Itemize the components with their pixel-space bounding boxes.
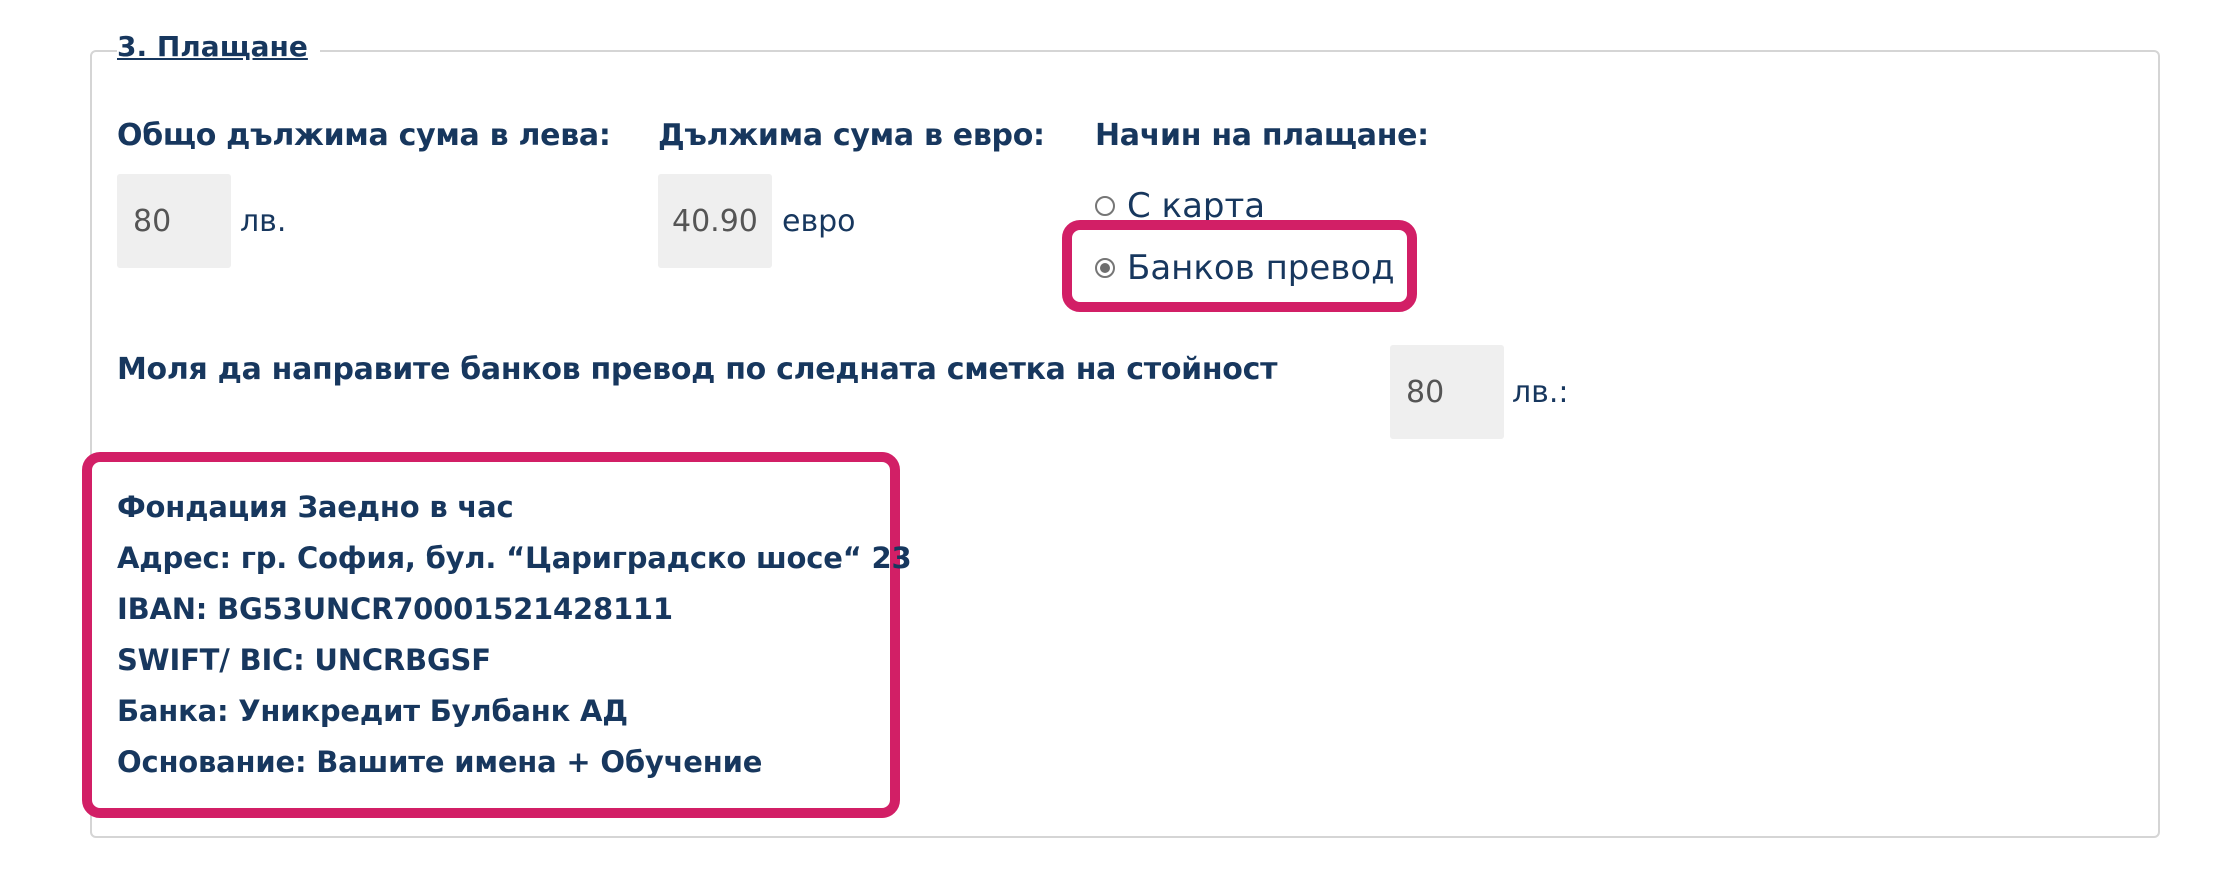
transfer-amount-field[interactable]: 80 bbox=[1390, 345, 1504, 439]
total-eur-label: Дължима сума в евро: bbox=[658, 118, 1045, 153]
total-eur-unit: евро bbox=[782, 204, 856, 239]
payment-method-label: Начин на плащане: bbox=[1095, 118, 1429, 153]
bank-foundation: Фондация Заедно в час bbox=[117, 490, 514, 524]
transfer-amount-unit: лв.: bbox=[1512, 375, 1569, 410]
bank-reason: Основание: Вашите имена + Обучение bbox=[117, 745, 763, 779]
bank-address: Адрес: гр. София, бул. “Цариградско шосе… bbox=[117, 541, 912, 575]
total-bgn-field[interactable]: 80 bbox=[117, 174, 231, 268]
transfer-instruction: Моля да направите банков превод по следн… bbox=[117, 352, 1278, 387]
total-bgn-label: Общо дължима сума в лева: bbox=[117, 118, 611, 153]
total-bgn-unit: лв. bbox=[240, 204, 287, 239]
total-eur-field[interactable]: 40.90 bbox=[658, 174, 772, 268]
bank-iban: IBAN: BG53UNCR70001521428111 bbox=[117, 592, 673, 626]
bank-transfer-highlight bbox=[1062, 220, 1417, 312]
radio-card-icon[interactable] bbox=[1095, 196, 1115, 216]
bank-swift: SWIFT/ BIC: UNCRBGSF bbox=[117, 643, 491, 677]
section-legend: 3. Плащане bbox=[117, 30, 320, 63]
bank-name: Банка: Уникредит Булбанк АД bbox=[117, 694, 628, 728]
